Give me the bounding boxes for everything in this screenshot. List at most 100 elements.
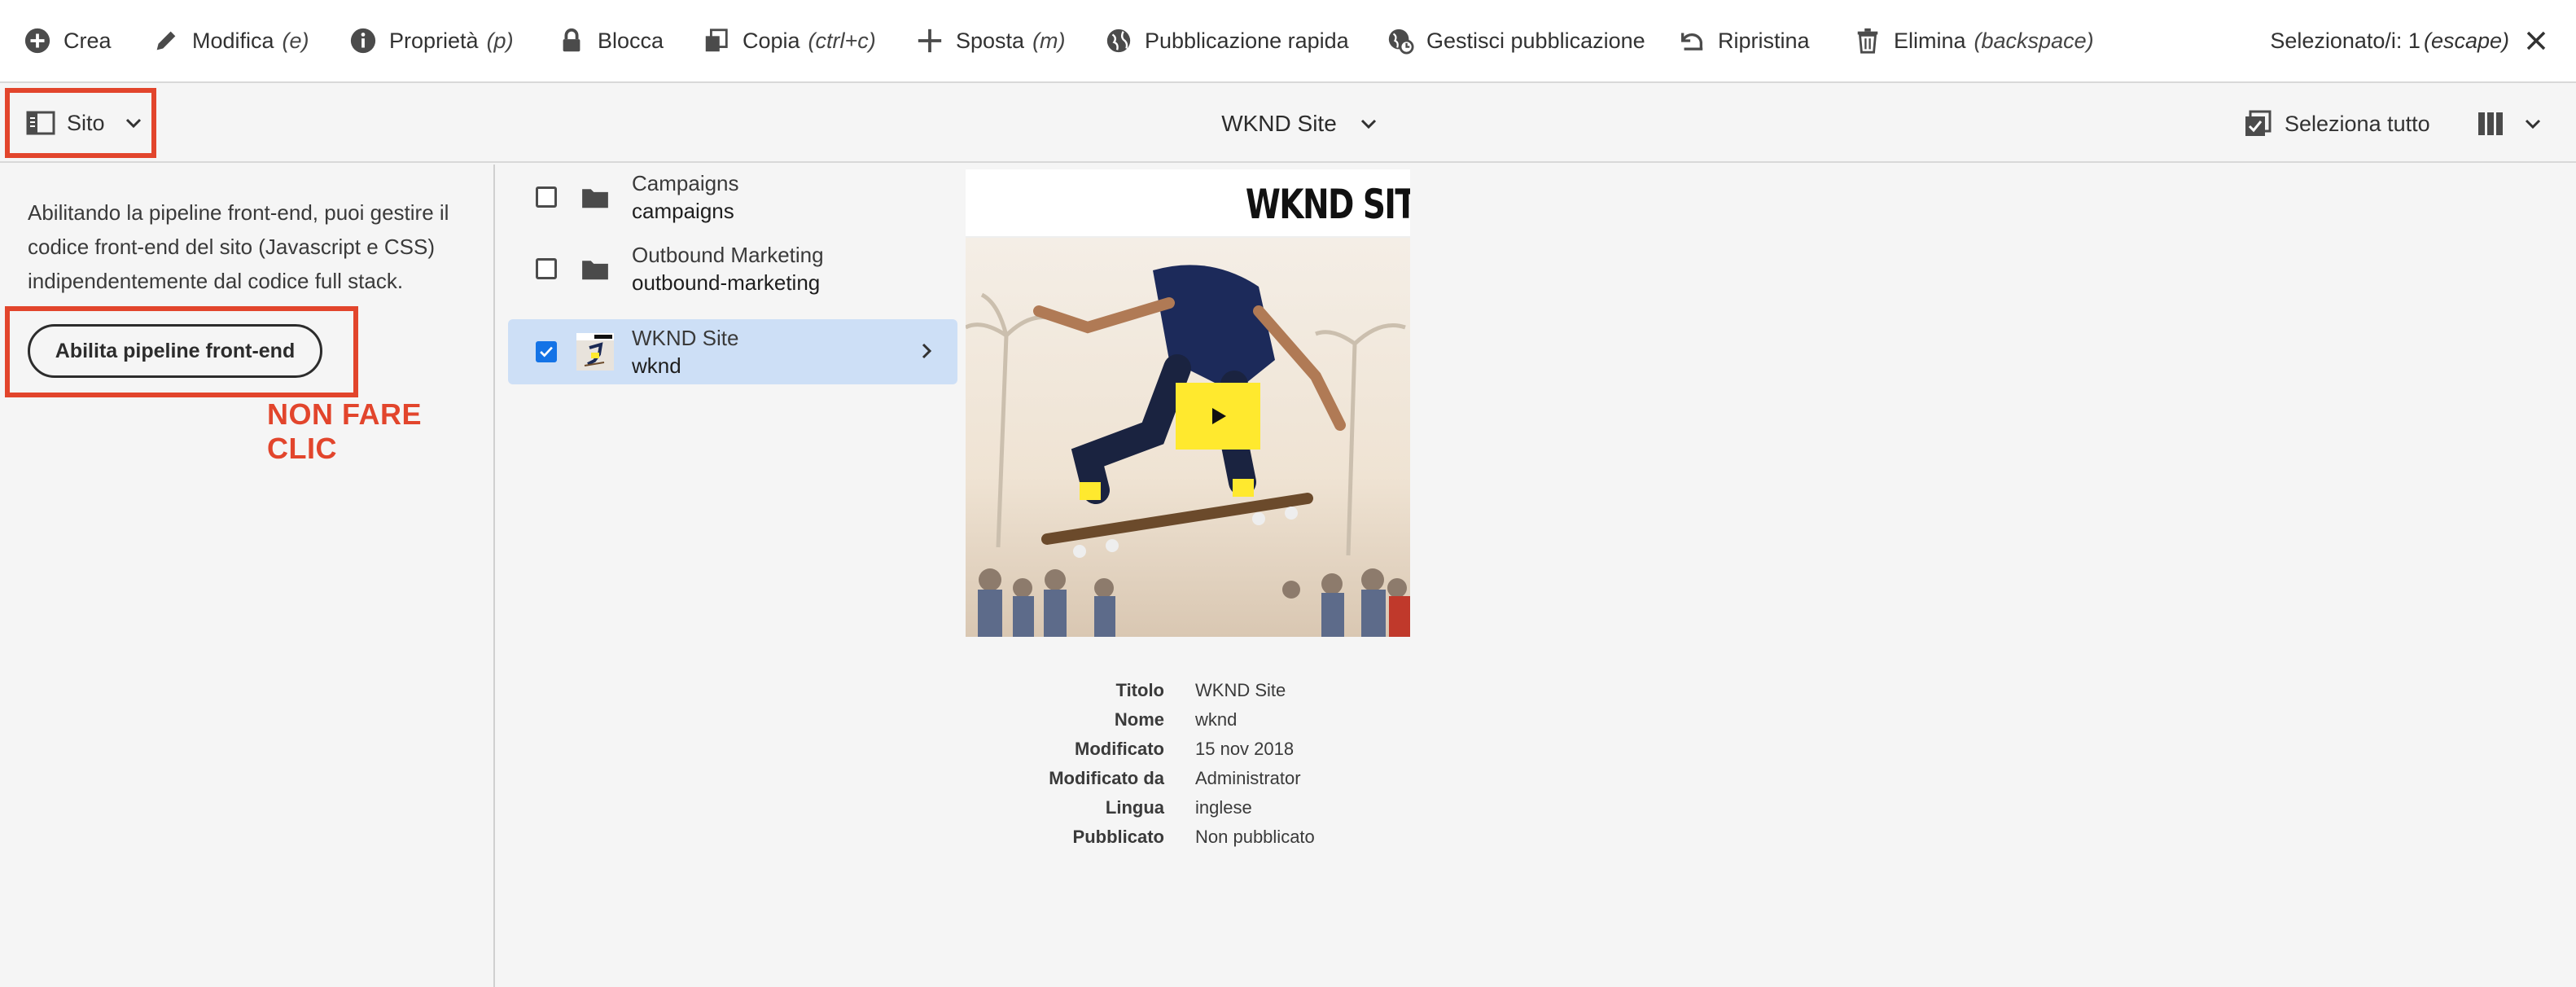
create-label: Crea bbox=[64, 28, 112, 53]
meta-value: WKND Site bbox=[1195, 680, 1286, 700]
meta-key: Modificato bbox=[1075, 739, 1164, 759]
chevron-down-icon bbox=[2522, 113, 2543, 134]
view-switcher[interactable] bbox=[2477, 85, 2543, 163]
add-circle-icon bbox=[23, 26, 52, 55]
lock-button[interactable]: Blocca bbox=[557, 0, 664, 81]
move-button[interactable]: Sposta (m) bbox=[915, 0, 1066, 81]
meta-row-title: Titolo WKND Site bbox=[969, 676, 1408, 705]
rail-description: Abilitando la pipeline front-end, puoi g… bbox=[28, 200, 449, 293]
page-preview-image: WKND SIT bbox=[966, 169, 1410, 637]
delete-label: Elimina bbox=[1894, 28, 1966, 53]
move-icon bbox=[915, 26, 944, 55]
folder-icon bbox=[576, 250, 614, 287]
item-name: outbound-marketing bbox=[632, 270, 821, 295]
meta-key: Pubblicato bbox=[1072, 827, 1164, 847]
meta-row-modified: Modificato 15 nov 2018 bbox=[969, 735, 1408, 764]
row-checkbox[interactable] bbox=[536, 258, 557, 279]
rail-toggle-button[interactable]: Sito bbox=[5, 88, 156, 158]
lock-icon bbox=[557, 26, 586, 55]
column-view: Campaigns campaigns Outbound Marketing o… bbox=[497, 164, 961, 987]
page-title: WKND Site bbox=[1221, 111, 1337, 136]
pencil-icon bbox=[151, 26, 181, 55]
select-all-icon bbox=[2244, 110, 2272, 138]
copy-shortcut: (ctrl+c) bbox=[808, 28, 876, 53]
column-view-icon bbox=[2477, 110, 2504, 138]
meta-value: inglese bbox=[1195, 797, 1252, 818]
selection-shortcut: (escape) bbox=[2423, 28, 2509, 53]
copy-button[interactable]: Copia (ctrl+c) bbox=[702, 0, 876, 81]
item-name: wknd bbox=[632, 353, 681, 378]
item-title: Outbound Marketing bbox=[632, 243, 824, 267]
preview-header: WKND SIT bbox=[966, 169, 1410, 238]
move-shortcut: (m) bbox=[1032, 28, 1066, 53]
action-bar: Crea Modifica (e) Proprietà (p) Blocca C… bbox=[0, 0, 2576, 83]
item-title: Campaigns bbox=[632, 171, 739, 195]
edit-label: Modifica bbox=[192, 28, 274, 53]
header-bar: WKND Site Sito Seleziona tutto bbox=[0, 85, 2576, 163]
wknd-logo: WKND SIT bbox=[1245, 181, 1410, 228]
meta-key: Titolo bbox=[1115, 680, 1164, 700]
chevron-down-icon bbox=[123, 112, 144, 134]
meta-key: Lingua bbox=[1105, 797, 1164, 818]
globe-icon bbox=[1104, 26, 1133, 55]
play-icon[interactable] bbox=[1176, 383, 1260, 450]
meta-value: 15 nov 2018 bbox=[1195, 739, 1295, 759]
properties-shortcut: (p) bbox=[486, 28, 514, 53]
list-item[interactable]: Outbound Marketing outbound-marketing bbox=[508, 236, 957, 301]
quick-publish-label: Pubblicazione rapida bbox=[1145, 28, 1349, 53]
left-rail: Abilitando la pipeline front-end, puoi g… bbox=[0, 164, 495, 987]
select-all-label: Seleziona tutto bbox=[2285, 111, 2430, 136]
page-thumbnail bbox=[576, 333, 614, 371]
delete-button[interactable]: Elimina (backspace) bbox=[1853, 0, 2094, 81]
list-item-selected[interactable]: WKND Site wknd bbox=[508, 319, 957, 384]
properties-label: Proprietà bbox=[389, 28, 479, 53]
row-checkbox[interactable] bbox=[536, 186, 557, 208]
item-name: campaigns bbox=[632, 199, 734, 223]
manage-publication-button[interactable]: Gestisci pubblicazione bbox=[1386, 0, 1645, 81]
globe-clock-icon bbox=[1386, 26, 1415, 55]
revert-button[interactable]: Ripristina bbox=[1677, 0, 1810, 81]
checkmark-icon bbox=[540, 346, 553, 358]
trash-icon bbox=[1853, 26, 1882, 55]
meta-key: Nome bbox=[1114, 709, 1164, 730]
item-title: WKND Site bbox=[632, 326, 739, 350]
meta-row-modified-by: Modificato da Administrator bbox=[969, 764, 1408, 793]
copy-label: Copia bbox=[743, 28, 800, 53]
chevron-down-icon bbox=[1358, 113, 1379, 134]
quick-publish-button[interactable]: Pubblicazione rapida bbox=[1104, 0, 1349, 81]
close-icon[interactable] bbox=[2524, 29, 2548, 53]
meta-row-published: Pubblicato Non pubblicato bbox=[969, 822, 1408, 852]
row-checkbox-checked[interactable] bbox=[536, 341, 557, 362]
meta-value: Non pubblicato bbox=[1195, 827, 1315, 847]
list-item[interactable]: Campaigns campaigns bbox=[508, 164, 957, 230]
meta-value: wknd bbox=[1195, 709, 1238, 730]
copy-icon bbox=[702, 26, 731, 55]
site-title-dropdown[interactable]: WKND Site bbox=[1221, 111, 1379, 137]
meta-key: Modificato da bbox=[1049, 768, 1164, 788]
metadata-panel: Titolo WKND Site Nome wknd Modificato 15… bbox=[969, 676, 1408, 852]
do-not-click-annotation: NON FARE CLIC bbox=[267, 397, 423, 465]
select-all-button[interactable]: Seleziona tutto bbox=[2244, 85, 2430, 163]
meta-row-language: Lingua inglese bbox=[969, 793, 1408, 822]
edit-button[interactable]: Modifica (e) bbox=[151, 0, 309, 81]
undo-icon bbox=[1677, 26, 1706, 55]
properties-button[interactable]: Proprietà (p) bbox=[348, 0, 514, 81]
rail-icon bbox=[26, 111, 55, 135]
folder-icon bbox=[576, 178, 614, 216]
enable-frontend-pipeline-button[interactable]: Abilita pipeline front-end bbox=[28, 324, 322, 378]
selection-count: Selezionato/i: 1 bbox=[2270, 28, 2420, 53]
chevron-right-icon[interactable] bbox=[917, 341, 936, 361]
move-label: Sposta bbox=[956, 28, 1025, 53]
selection-status: Selezionato/i: 1 (escape) bbox=[2270, 0, 2548, 81]
revert-label: Ripristina bbox=[1718, 28, 1810, 53]
manage-publication-label: Gestisci pubblicazione bbox=[1426, 28, 1645, 53]
rail-toggle-label: Sito bbox=[67, 110, 105, 135]
delete-shortcut: (backspace) bbox=[1974, 28, 2094, 53]
info-icon bbox=[348, 26, 378, 55]
meta-value: Administrator bbox=[1195, 768, 1301, 788]
create-button[interactable]: Crea bbox=[23, 0, 112, 81]
lock-label: Blocca bbox=[598, 28, 664, 53]
meta-row-name: Nome wknd bbox=[969, 705, 1408, 735]
page-title-area: WKND Site bbox=[0, 85, 2576, 163]
edit-shortcut: (e) bbox=[282, 28, 309, 53]
